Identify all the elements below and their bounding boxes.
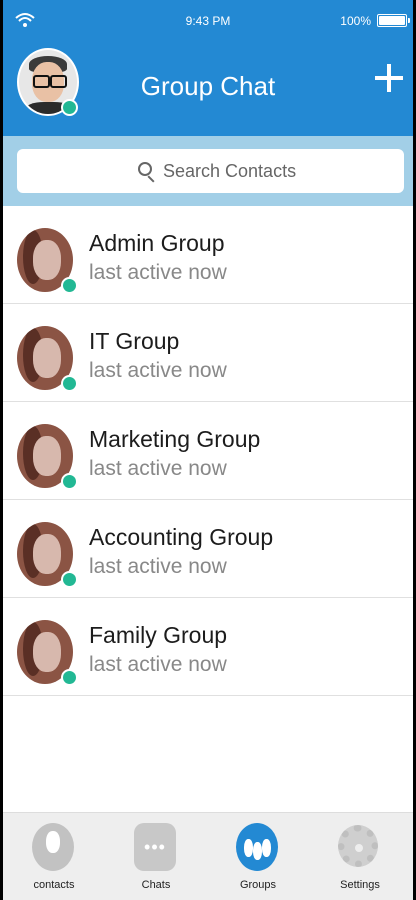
search-input[interactable]: Search Contacts <box>17 149 404 193</box>
tab-contacts[interactable]: contacts <box>3 813 105 900</box>
groups-icon <box>236 823 278 871</box>
group-status: last active now <box>89 457 227 480</box>
group-row-accounting[interactable]: Accounting Group last active now <box>3 500 413 598</box>
group-status: last active now <box>89 261 227 284</box>
online-indicator <box>61 571 78 588</box>
battery-percent: 100% <box>340 14 371 28</box>
app-header: Group Chat <box>3 38 413 136</box>
group-row-admin[interactable]: Admin Group last active now <box>3 206 413 304</box>
group-status: last active now <box>89 359 227 382</box>
tab-chats[interactable]: ••• Chats <box>105 813 207 900</box>
battery-icon <box>377 14 410 27</box>
gear-icon <box>338 825 378 867</box>
phone-screen: 9:43 PM 100% Group Chat Search Contacts … <box>3 0 413 900</box>
group-name: IT Group <box>89 328 180 354</box>
status-bar: 9:43 PM 100% <box>3 0 413 38</box>
tab-label: Chats <box>141 879 171 891</box>
search-icon <box>138 162 152 176</box>
group-name: Marketing Group <box>89 426 261 452</box>
add-icon[interactable] <box>375 64 403 92</box>
online-indicator <box>61 277 78 294</box>
group-row-it[interactable]: IT Group last active now <box>3 304 413 402</box>
search-bar: Search Contacts <box>3 136 413 206</box>
tab-groups[interactable]: Groups <box>207 813 309 900</box>
tab-label: contacts <box>33 879 75 891</box>
online-indicator <box>61 473 78 490</box>
page-title: Group Chat <box>140 71 276 101</box>
tab-settings[interactable]: Settings <box>309 813 411 900</box>
group-name: Accounting Group <box>89 524 274 550</box>
tab-bar: contacts ••• Chats Groups Settings <box>3 812 413 900</box>
group-row-family[interactable]: Family Group last active now <box>3 598 413 696</box>
group-row-marketing[interactable]: Marketing Group last active now <box>3 402 413 500</box>
group-status: last active now <box>89 653 227 676</box>
chat-icon: ••• <box>134 823 176 871</box>
tab-label: Groups <box>239 879 277 891</box>
contact-icon <box>32 823 74 871</box>
online-indicator <box>61 669 78 686</box>
online-indicator <box>61 375 78 392</box>
search-placeholder: Search Contacts <box>163 161 297 181</box>
group-list: Admin Group last active now IT Group las… <box>3 206 413 696</box>
group-status: last active now <box>89 555 227 578</box>
group-name: Admin Group <box>89 230 225 256</box>
tab-label: Settings <box>340 879 380 891</box>
group-name: Family Group <box>89 622 228 648</box>
